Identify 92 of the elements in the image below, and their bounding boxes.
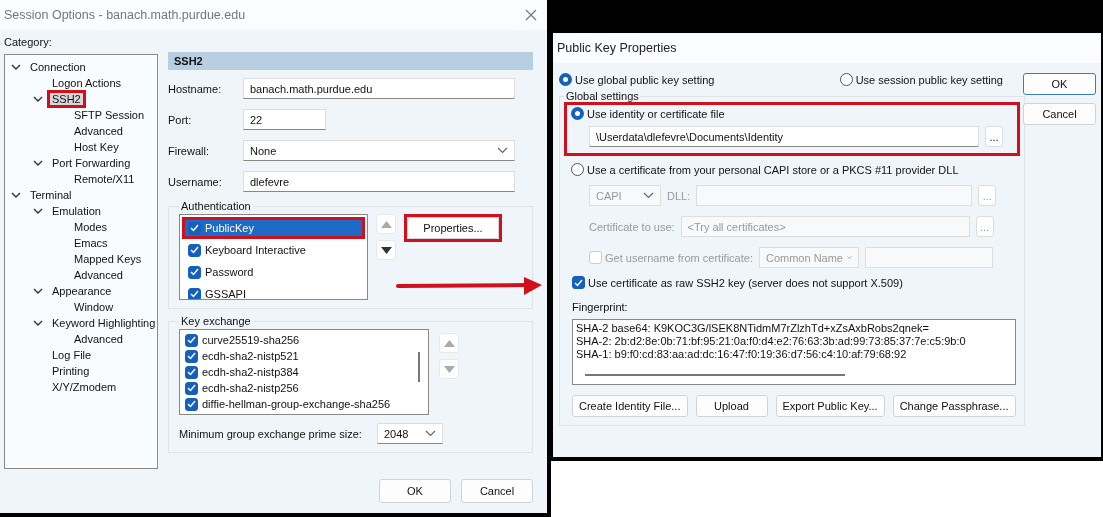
tree-item[interactable]: Logon Actions (50, 77, 124, 89)
fingerprint-line: SHA-1: b9:f0:cd:83:aa:ad:dc:16:47:f0:19:36:d7:56:c4:10:af:79:68:92 (576, 348, 908, 361)
checkbox[interactable] (188, 287, 201, 299)
input-field[interactable]: 22 (243, 109, 326, 130)
checkbox[interactable] (185, 381, 198, 395)
tree-item[interactable]: Advanced (72, 333, 125, 345)
tree-item[interactable]: SFTP Session (72, 109, 147, 121)
chevron-down-icon[interactable] (11, 62, 21, 72)
tree-item[interactable]: Mapped Keys (72, 253, 144, 265)
browse-button[interactable]: ... (985, 126, 1003, 147)
chevron-down-icon (643, 192, 654, 199)
window-title: Public Key Properties (557, 41, 677, 55)
action-button[interactable]: Create Identity File... (572, 395, 688, 417)
ok-button[interactable]: OK (1023, 73, 1096, 95)
list-item[interactable]: GSSAPI (185, 286, 362, 299)
chevron-down-icon[interactable] (33, 318, 43, 328)
list-item[interactable]: Password (185, 264, 362, 280)
field-label: Username: (168, 175, 223, 188)
window-title: Session Options - banach.math.purdue.edu (4, 8, 246, 22)
prime-size-label: Minimum group exchange prime size: (179, 427, 362, 440)
tree-item[interactable]: SSH2 (50, 93, 83, 105)
checkbox[interactable] (188, 221, 201, 235)
fingerprint-line: SHA-2 base64: K9KOC3G/lSEK8NTidmM7rZlzhTd+xZsAxbRobs2qnek= (576, 322, 930, 335)
field-label: Firewall: (168, 144, 210, 157)
tree-item[interactable]: Host Key (72, 141, 121, 153)
checkbox[interactable] (188, 265, 201, 279)
action-button[interactable]: Change Passphrase... (892, 395, 1016, 417)
tree-item[interactable]: Emacs (72, 237, 110, 249)
checkbox[interactable] (185, 397, 198, 411)
tree-item[interactable]: Log File (50, 349, 94, 361)
tree-item[interactable]: Advanced (72, 269, 125, 281)
field-label: Hostname: (168, 82, 223, 95)
fingerprint-line: SHA-2: 2b:d2:8e:0b:71:bf:95:21:0a:f0:d4:e2:76:63:3b:ad:99:73:85:37:7e:c5:9b:0 (576, 335, 967, 348)
list-item[interactable]: ecdh-sha2-nistp384 (182, 364, 426, 380)
tree-item[interactable]: Terminal (28, 189, 74, 201)
list-item[interactable]: PublicKey (185, 220, 362, 236)
input-field[interactable]: banach.math.purdue.edu (243, 78, 515, 99)
cancel-button[interactable]: Cancel (461, 479, 533, 503)
tree-item[interactable]: Port Forwarding (50, 157, 133, 169)
action-button[interactable]: Export Public Key... (775, 395, 885, 417)
chevron-down-icon (847, 254, 852, 261)
chevron-down-icon[interactable] (11, 190, 21, 200)
list-item[interactable]: ecdh-sha2-nistp256 (182, 380, 426, 396)
list-item[interactable]: ecdh-sha2-nistp521 (182, 348, 426, 364)
checkbox-option[interactable]: Use certificate as raw SSH2 key (server does not support X.509) (572, 276, 1016, 289)
field-label: Port: (168, 113, 193, 126)
radio-option[interactable]: Use session public key setting (839, 73, 1003, 86)
cancel-button[interactable]: Cancel (1023, 103, 1096, 125)
tree-item[interactable]: Keyword Highlighting (50, 317, 158, 329)
checkbox[interactable] (188, 243, 201, 257)
action-button[interactable]: Upload (695, 395, 768, 417)
checkbox[interactable] (185, 349, 198, 363)
radio-option[interactable]: Use global public key setting (559, 73, 715, 86)
dropdown[interactable]: 2048 (377, 423, 443, 444)
ok-button[interactable]: OK (379, 479, 451, 503)
properties-button[interactable]: Properties... (407, 217, 499, 239)
dropdown[interactable]: None (243, 140, 515, 161)
tree-item[interactable]: Remote/X11 (72, 173, 137, 185)
checkbox[interactable] (185, 333, 198, 347)
tree-item[interactable]: Modes (72, 221, 110, 233)
close-icon[interactable] (525, 9, 537, 21)
tree-item[interactable]: Emulation (50, 205, 103, 217)
list-item[interactable]: curve25519-sha256 (182, 332, 426, 348)
input-field[interactable]: \Userdata\dlefevre\Documents\Identity (589, 126, 979, 147)
group-title: Authentication (180, 200, 252, 212)
chevron-down-icon (425, 430, 436, 437)
tree-item[interactable]: Connection (28, 61, 88, 73)
chevron-down-icon (497, 147, 508, 154)
tree-item[interactable]: Printing (50, 365, 92, 377)
section-header: SSH2 (168, 52, 533, 70)
chevron-down-icon[interactable] (33, 158, 43, 168)
tree-item[interactable]: Appearance (50, 285, 114, 297)
list-item[interactable]: Keyboard Interactive (185, 242, 362, 258)
tree-item[interactable]: X/Y/Zmodem (50, 381, 119, 393)
tree-item[interactable]: Window (72, 301, 116, 313)
checkbox[interactable] (185, 365, 198, 379)
certificate-label: Certificate to use: (589, 220, 675, 233)
chevron-down-icon[interactable] (33, 206, 43, 216)
radio-option[interactable]: Use identity or certificate file (571, 107, 1013, 120)
fingerprint-label: Fingerprint: (572, 301, 629, 313)
chevron-down-icon[interactable] (33, 286, 43, 296)
radio-option[interactable]: Use a certificate from your personal CAPI store or a PKCS #11 provider DLL (571, 163, 959, 176)
input-field[interactable]: dlefevre (243, 171, 515, 192)
group-title: Global settings (565, 90, 640, 102)
tree-item[interactable]: Advanced (72, 125, 125, 137)
move-down-icon[interactable] (380, 246, 392, 254)
group-title: Key exchange (180, 315, 252, 327)
list-item[interactable]: diffie-hellman-group-exchange-sha256 (182, 396, 426, 412)
chevron-down-icon[interactable] (33, 94, 43, 104)
category-label: Category: (4, 36, 53, 48)
dll-label: DLL: (667, 189, 691, 202)
checkbox[interactable] (572, 276, 585, 289)
